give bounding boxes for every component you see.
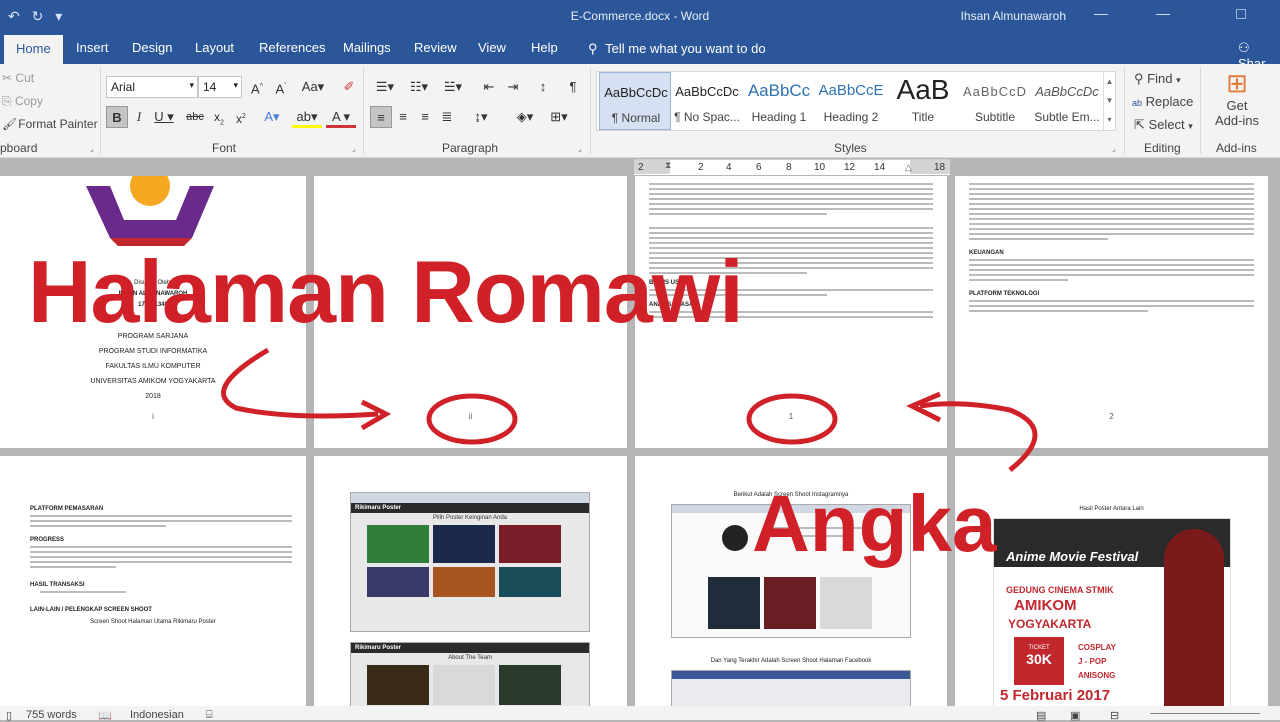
proofing-icon[interactable]: 📖 bbox=[98, 709, 112, 722]
annotation-angka: Angka bbox=[752, 479, 997, 568]
language[interactable]: Indonesian bbox=[130, 709, 184, 721]
word-count[interactable]: 755 words bbox=[26, 709, 77, 721]
circle-annotation bbox=[746, 393, 838, 445]
macro-icon[interactable]: ⌸ bbox=[206, 709, 213, 722]
circle-annotation bbox=[426, 393, 518, 445]
status-bar: ▯ 755 words 📖 Indonesian ⌸ ▤ ▣ ⊟ bbox=[0, 706, 1280, 722]
web-layout-icon[interactable]: ⊟ bbox=[1110, 709, 1119, 722]
annotation-layer bbox=[221, 347, 1038, 472]
print-layout-icon[interactable]: ▣ bbox=[1070, 709, 1080, 722]
annotation-title: Halaman Romawi bbox=[28, 242, 744, 341]
arrow-annotation bbox=[221, 347, 379, 419]
read-mode-icon[interactable]: ▤ bbox=[1036, 709, 1046, 722]
page-icon: ▯ bbox=[6, 710, 13, 722]
zoom-slider[interactable] bbox=[1150, 713, 1260, 714]
arrow-annotation bbox=[919, 401, 1038, 472]
